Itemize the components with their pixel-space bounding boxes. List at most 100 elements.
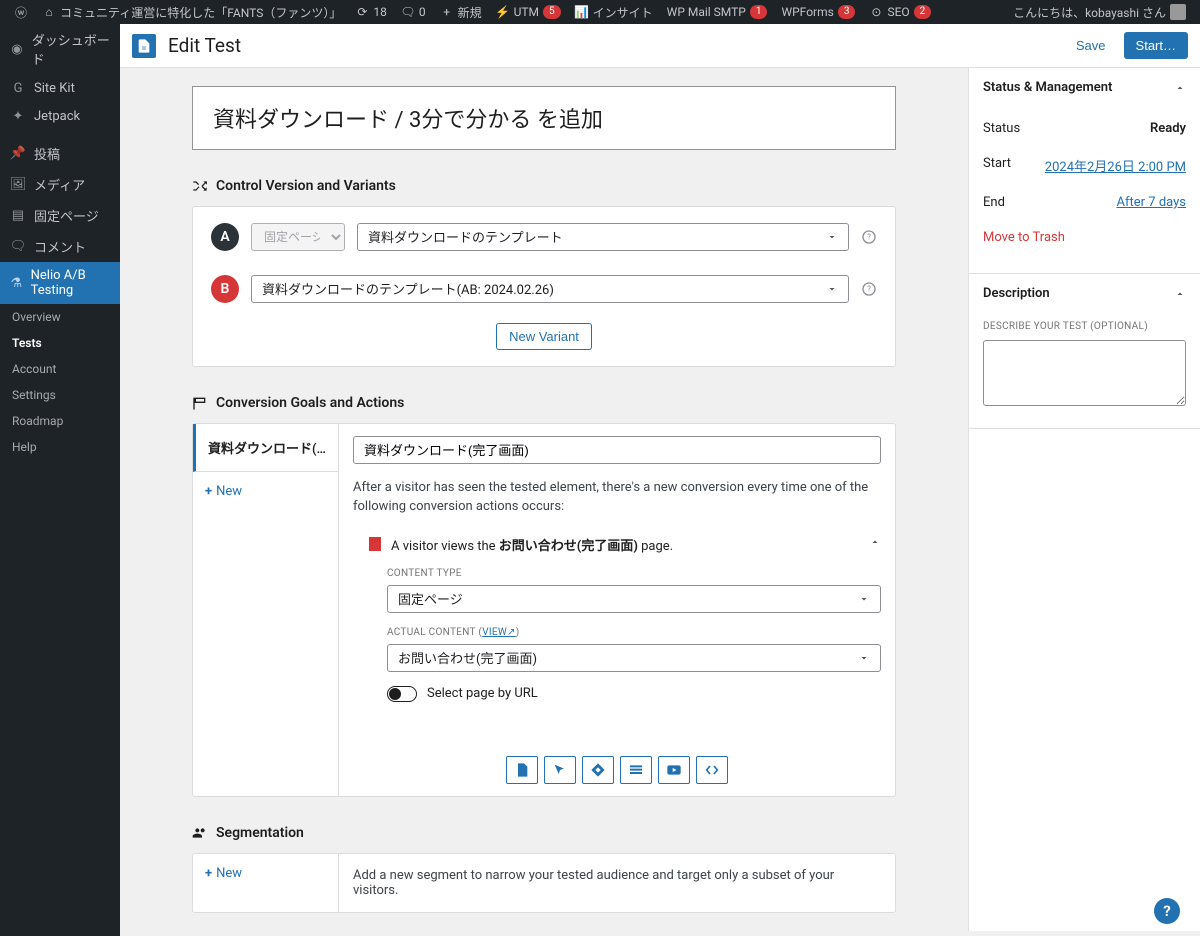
wp-logo[interactable]: ⓦ	[8, 0, 34, 24]
view-link[interactable]: VIEW↗	[482, 627, 516, 638]
end-date-link[interactable]: After 7 days	[1117, 195, 1186, 210]
sidebar-pages[interactable]: ▤固定ページ	[0, 200, 120, 231]
save-button[interactable]: Save	[1066, 32, 1116, 59]
url-toggle-label: Select page by URL	[427, 686, 538, 701]
editor-header: Edit Test Save Start…	[120, 24, 1200, 68]
utm-item[interactable]: ⚡UTM5	[490, 0, 567, 24]
chevron-down-icon	[858, 593, 870, 605]
new-variant-button[interactable]: New Variant	[496, 323, 592, 350]
sidebar-posts[interactable]: 📌投稿	[0, 138, 120, 169]
description-textarea[interactable]	[983, 340, 1186, 406]
content-type-select[interactable]: 固定ページ	[387, 585, 881, 613]
test-title-input[interactable]	[213, 105, 875, 130]
variant-a-row: A 固定ページ 資料ダウンロードのテンプレート ?	[211, 223, 877, 251]
segmentation-heading: Segmentation	[192, 825, 896, 841]
settings-panel: Status & Management Status Ready Start 2…	[968, 68, 1200, 931]
description-label: DESCRIBE YOUR TEST (OPTIONAL)	[983, 321, 1186, 332]
description-panel-header[interactable]: Description	[969, 274, 1200, 313]
chevron-up-icon	[1174, 288, 1186, 300]
svg-text:?: ?	[867, 284, 871, 293]
sidebar-sub-roadmap[interactable]: Roadmap	[0, 408, 120, 434]
sidebar-sub-settings[interactable]: Settings	[0, 382, 120, 408]
test-title-box	[192, 86, 896, 150]
page-icon: ▤	[10, 208, 26, 224]
url-toggle[interactable]	[387, 686, 417, 702]
wpforms-item[interactable]: WPForms3	[775, 0, 861, 24]
help-icon[interactable]: ?	[861, 229, 877, 245]
sidebar-jetpack[interactable]: ✦Jetpack	[0, 102, 120, 130]
variants-heading: Control Version and Variants	[192, 178, 896, 194]
wpmail-item[interactable]: WP Mail SMTP1	[661, 0, 774, 24]
sidebar-sub-help[interactable]: Help	[0, 434, 120, 460]
goal-name-input[interactable]	[353, 436, 881, 464]
status-panel-header[interactable]: Status & Management	[969, 68, 1200, 107]
plus-icon: +	[205, 866, 212, 881]
action-type-custom[interactable]	[696, 756, 728, 784]
media-icon: 🖼	[10, 177, 26, 193]
variant-b-row: B 資料ダウンロードのテンプレート(AB: 2024.02.26) ?	[211, 275, 877, 303]
avatar-icon	[1170, 4, 1186, 20]
insights-item[interactable]: 📊インサイト	[569, 0, 659, 24]
plus-icon: +	[205, 484, 212, 499]
sidebar-sitekit[interactable]: GSite Kit	[0, 74, 120, 102]
shuffle-icon	[192, 178, 208, 194]
segmentation-card: + New Add a new segment to narrow your t…	[192, 853, 896, 913]
variant-b-content-select[interactable]: 資料ダウンロードのテンプレート(AB: 2024.02.26)	[251, 275, 849, 303]
content-type-label: CONTENT TYPE	[387, 568, 881, 579]
action-type-form[interactable]	[620, 756, 652, 784]
segmentation-description: Add a new segment to narrow your tested …	[339, 854, 895, 912]
action-text-suffix: page.	[638, 539, 673, 554]
action-type-click[interactable]	[544, 756, 576, 784]
goals-heading: Conversion Goals and Actions	[192, 395, 896, 411]
sidebar-dashboard[interactable]: ◉ダッシュボード	[0, 24, 120, 74]
variant-a-content-select[interactable]: 資料ダウンロードのテンプレート	[357, 223, 849, 251]
seo-item[interactable]: ⊙SEO2	[863, 0, 937, 24]
chevron-up-icon	[1174, 82, 1186, 94]
start-date-label: Start	[983, 156, 1011, 175]
updates[interactable]: ⟳18	[349, 0, 393, 24]
goal-add-button[interactable]: + New	[193, 472, 338, 511]
variant-a-type-select[interactable]: 固定ページ	[251, 223, 345, 251]
action-type-external[interactable]	[582, 756, 614, 784]
sidebar-media[interactable]: 🖼メディア	[0, 169, 120, 200]
goal-tab-1[interactable]: 資料ダウンロード(完…	[193, 424, 338, 472]
goals-card: 資料ダウンロード(完… + New After a visitor has se…	[192, 423, 896, 797]
admin-bar: ⓦ ⌂コミュニティ運営に特化した「FANTS（ファンツ）」 ⟳18 🗨0 +新規…	[0, 0, 1200, 24]
new-content[interactable]: +新規	[434, 0, 488, 24]
pin-icon: 📌	[10, 146, 26, 162]
jetpack-icon: ✦	[10, 108, 26, 124]
help-icon[interactable]: ?	[861, 281, 877, 297]
segment-add-button[interactable]: + New	[193, 854, 338, 893]
variant-b-badge: B	[211, 275, 239, 303]
user-greeting[interactable]: こんにちは、kobayashi さん	[1007, 0, 1192, 24]
variant-a-badge: A	[211, 223, 239, 251]
move-to-trash-link[interactable]: Move to Trash	[983, 220, 1186, 255]
flag-icon	[192, 395, 208, 411]
start-date-link[interactable]: 2024年2月26日 2:00 PM	[1045, 156, 1186, 175]
comments-count[interactable]: 🗨0	[395, 0, 432, 24]
action-type-buttons	[353, 756, 881, 784]
goals-tabs: 資料ダウンロード(完… + New	[193, 424, 339, 796]
sidebar-nelio[interactable]: ⚗Nelio A/B Testing	[0, 262, 120, 304]
chevron-up-icon	[869, 536, 881, 552]
action-text-bold: お問い合わせ(完了画面)	[499, 539, 638, 554]
help-fab-button[interactable]: ?	[1154, 898, 1180, 924]
site-name[interactable]: ⌂コミュニティ運営に特化した「FANTS（ファンツ）」	[36, 0, 347, 24]
users-icon	[192, 825, 208, 841]
comment-icon: 🗨	[10, 239, 26, 255]
action-type-video[interactable]	[658, 756, 690, 784]
actual-content-select[interactable]: お問い合わせ(完了画面)	[387, 644, 881, 672]
action-header[interactable]: A visitor views the お問い合わせ(完了画面) page.	[369, 535, 881, 554]
editor-logo-icon[interactable]	[132, 34, 156, 58]
admin-sidebar: ◉ダッシュボード GSite Kit ✦Jetpack 📌投稿 🖼メディア ▤固…	[0, 24, 120, 936]
nelio-icon: ⚗	[10, 275, 23, 291]
sidebar-sub-tests[interactable]: Tests	[0, 330, 120, 356]
action-type-page[interactable]	[506, 756, 538, 784]
start-button[interactable]: Start…	[1124, 32, 1188, 59]
sidebar-sub-account[interactable]: Account	[0, 356, 120, 382]
status-value: Ready	[1150, 121, 1186, 136]
sidebar-sub-overview[interactable]: Overview	[0, 304, 120, 330]
variants-card: A 固定ページ 資料ダウンロードのテンプレート ? B 資料ダウンロ	[192, 206, 896, 367]
sidebar-comments[interactable]: 🗨コメント	[0, 231, 120, 262]
dashboard-icon: ◉	[10, 41, 24, 57]
